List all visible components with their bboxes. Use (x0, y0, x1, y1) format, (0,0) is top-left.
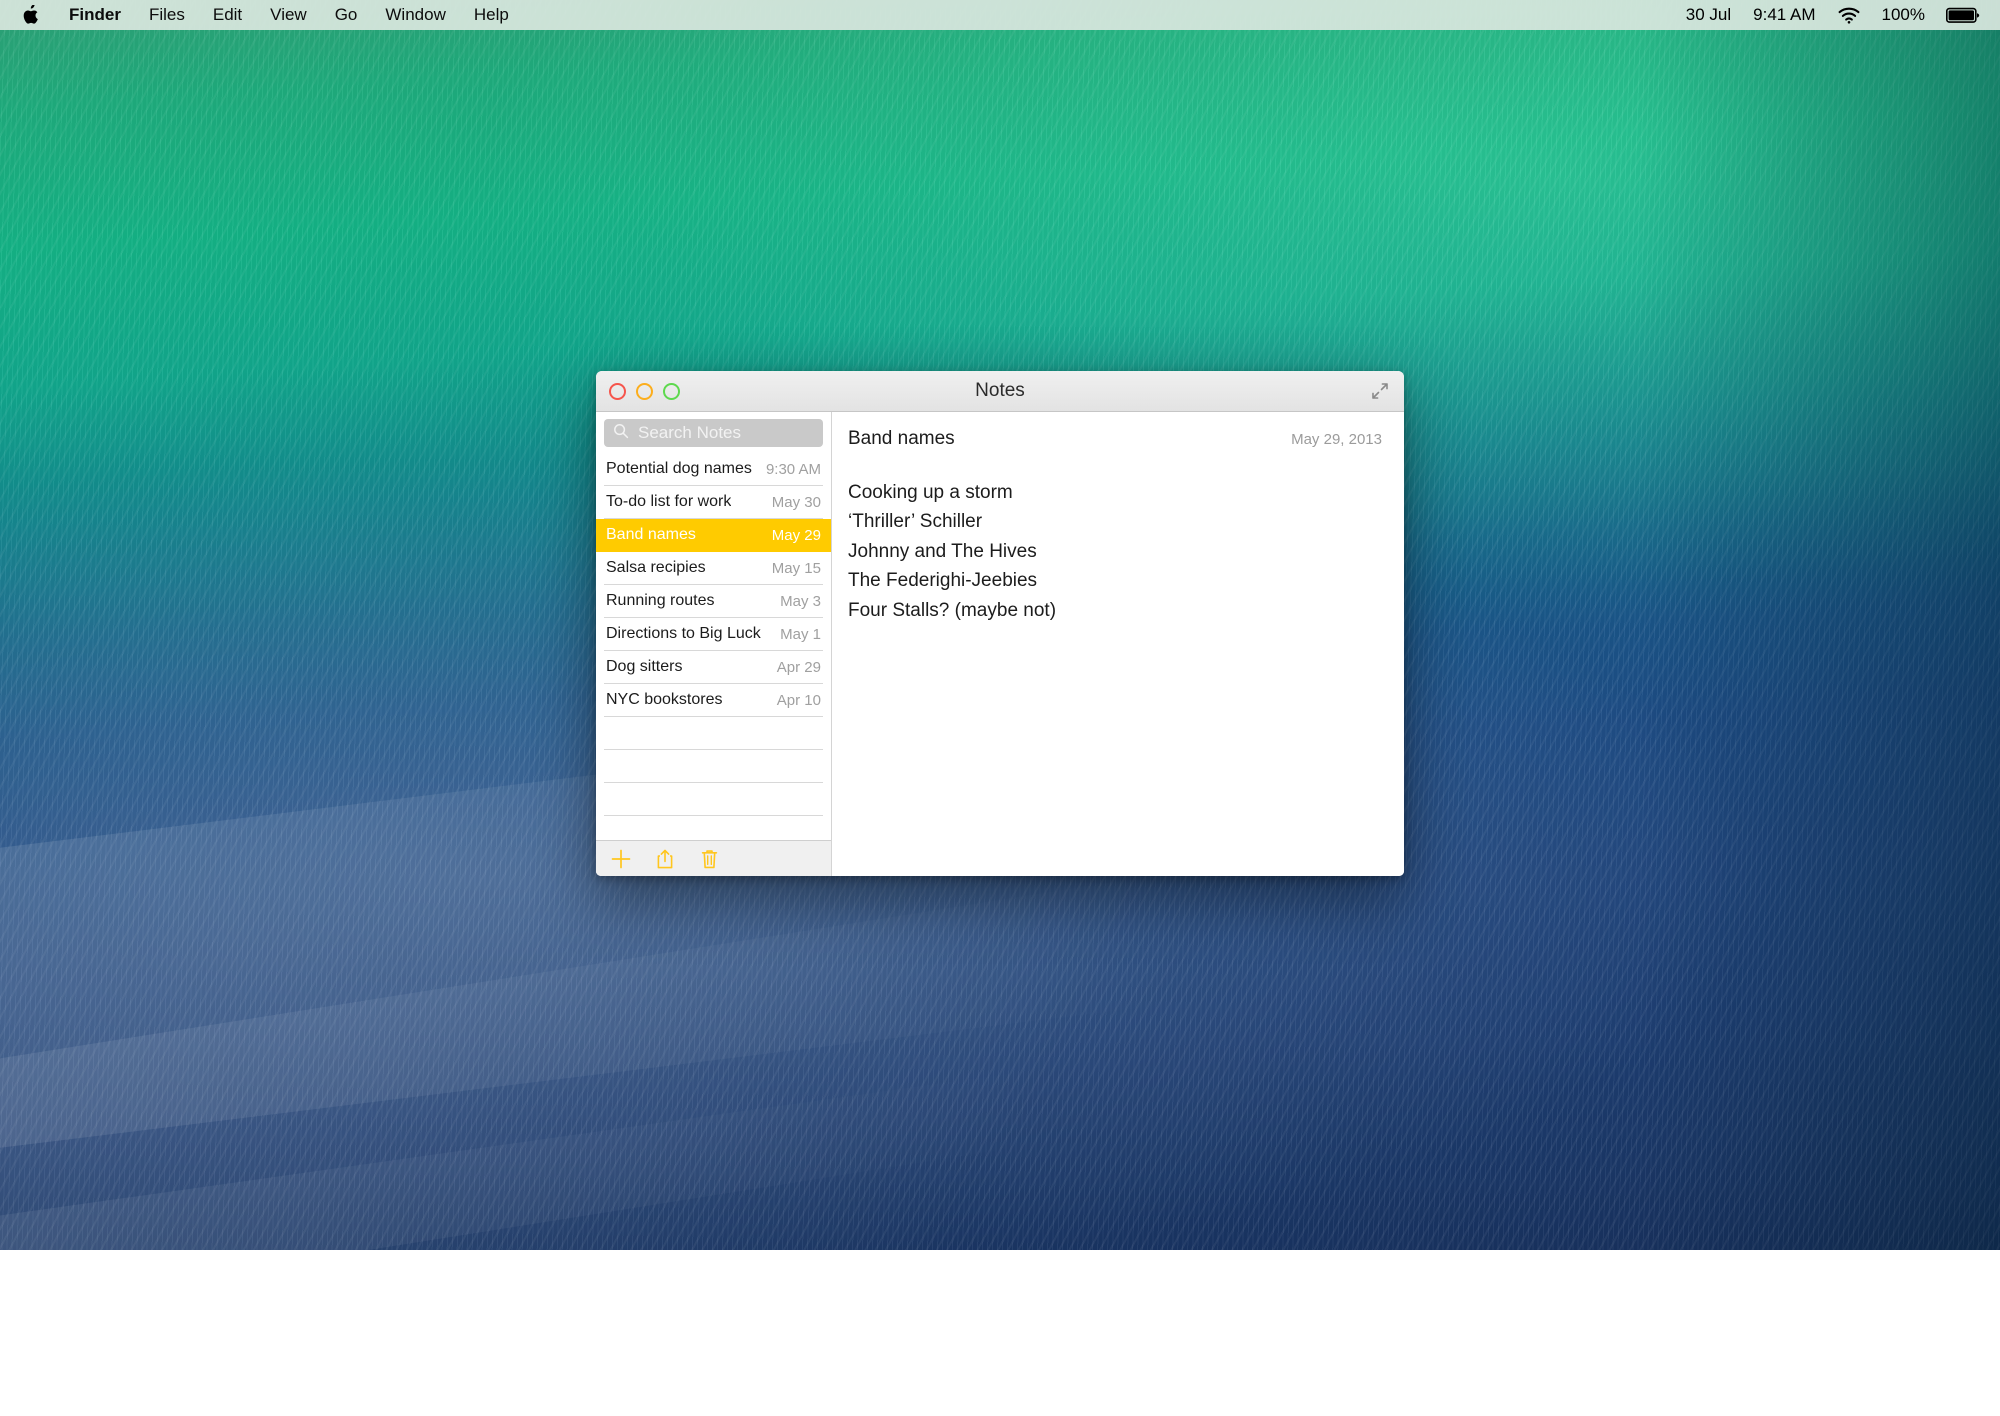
note-list-item-title: Potential dog names (606, 460, 752, 478)
menu-item-finder[interactable]: Finder (55, 0, 135, 30)
note-list-item-title: Salsa recipies (606, 559, 706, 577)
note-list-empty-row (604, 816, 823, 840)
note-list-item-title: NYC bookstores (606, 691, 723, 709)
menu-bar-status: 30 Jul 9:41 AM 100% (1675, 0, 2000, 30)
note-body-text[interactable]: Cooking up a storm ‘Thriller’ Schiller J… (848, 478, 1382, 625)
note-date: May 29, 2013 (1291, 431, 1382, 448)
note-list-empty-row (604, 750, 823, 783)
apple-logo-icon[interactable] (0, 5, 55, 25)
note-list-item[interactable]: Band names May 29 (596, 519, 831, 552)
note-list-item[interactable]: Potential dog names 9:30 AM (604, 453, 823, 486)
search-input[interactable] (638, 423, 814, 443)
note-list-item-date: May 29 (772, 527, 821, 544)
search-field[interactable] (604, 419, 823, 447)
share-note-button[interactable] (654, 848, 676, 870)
note-header: Band names May 29, 2013 (848, 428, 1382, 450)
battery-full-icon[interactable] (1936, 7, 2000, 24)
menu-bar-left: Finder Files Edit View Go Window Help (0, 0, 523, 30)
delete-note-button[interactable] (698, 848, 720, 870)
note-list-empty-row (604, 783, 823, 816)
menubar-date[interactable]: 30 Jul (1675, 0, 1742, 30)
note-list-item-date: Apr 10 (777, 692, 821, 709)
menu-item-view[interactable]: View (256, 0, 321, 30)
notes-sidebar: Potential dog names 9:30 AM To-do list for… (596, 412, 832, 876)
note-list-item[interactable]: Directions to Big Luck May 1 (604, 618, 823, 651)
wallpaper-shadow (1480, 0, 2000, 1250)
note-list-item[interactable]: Salsa recipies May 15 (604, 552, 823, 585)
new-note-button[interactable] (610, 848, 632, 870)
note-list-item-date: Apr 29 (777, 659, 821, 676)
note-list-item-date: May 1 (780, 626, 821, 643)
note-list-item[interactable]: To-do list for work May 30 (604, 486, 823, 519)
expand-arrows-icon[interactable] (1369, 380, 1391, 402)
menu-bar: Finder Files Edit View Go Window Help 30… (0, 0, 2000, 30)
battery-percent-label[interactable]: 100% (1871, 0, 1936, 30)
note-list-item-title: Directions to Big Luck (606, 625, 761, 643)
note-list-item-title: Band names (606, 526, 696, 544)
note-detail-pane[interactable]: Band names May 29, 2013 Cooking up a sto… (832, 412, 1404, 876)
search-icon (613, 423, 629, 444)
sidebar-toolbar (596, 840, 831, 876)
menu-item-window[interactable]: Window (371, 0, 459, 30)
search-container (596, 412, 831, 453)
note-list-item[interactable]: Dog sitters Apr 29 (604, 651, 823, 684)
note-list-item-date: May 3 (780, 593, 821, 610)
wifi-icon[interactable] (1827, 6, 1871, 24)
note-list-item-date: May 15 (772, 560, 821, 577)
notes-window[interactable]: Notes Poten (596, 371, 1404, 876)
menu-item-edit[interactable]: Edit (199, 0, 256, 30)
note-list-item-date: May 30 (772, 494, 821, 511)
note-list-item[interactable]: NYC bookstores Apr 10 (604, 684, 823, 717)
traffic-light-buttons (596, 383, 680, 400)
note-list-item-title: Dog sitters (606, 658, 682, 676)
note-list-item-title: To-do list for work (606, 493, 731, 511)
note-title: Band names (848, 428, 955, 450)
window-body: Potential dog names 9:30 AM To-do list for… (596, 412, 1404, 876)
menu-item-help[interactable]: Help (460, 0, 523, 30)
menubar-clock[interactable]: 9:41 AM (1742, 0, 1826, 30)
menu-item-go[interactable]: Go (321, 0, 372, 30)
zoom-button[interactable] (663, 383, 680, 400)
window-titlebar[interactable]: Notes (596, 371, 1404, 412)
close-button[interactable] (609, 383, 626, 400)
page-title: Notes (596, 380, 1404, 402)
note-list-item-date: 9:30 AM (766, 461, 821, 478)
menu-item-files[interactable]: Files (135, 0, 199, 30)
note-list-empty-row (604, 717, 823, 750)
note-list-item[interactable]: Running routes May 3 (604, 585, 823, 618)
notes-list[interactable]: Potential dog names 9:30 AM To-do list for… (596, 453, 831, 840)
minimize-button[interactable] (636, 383, 653, 400)
note-list-item-title: Running routes (606, 592, 715, 610)
